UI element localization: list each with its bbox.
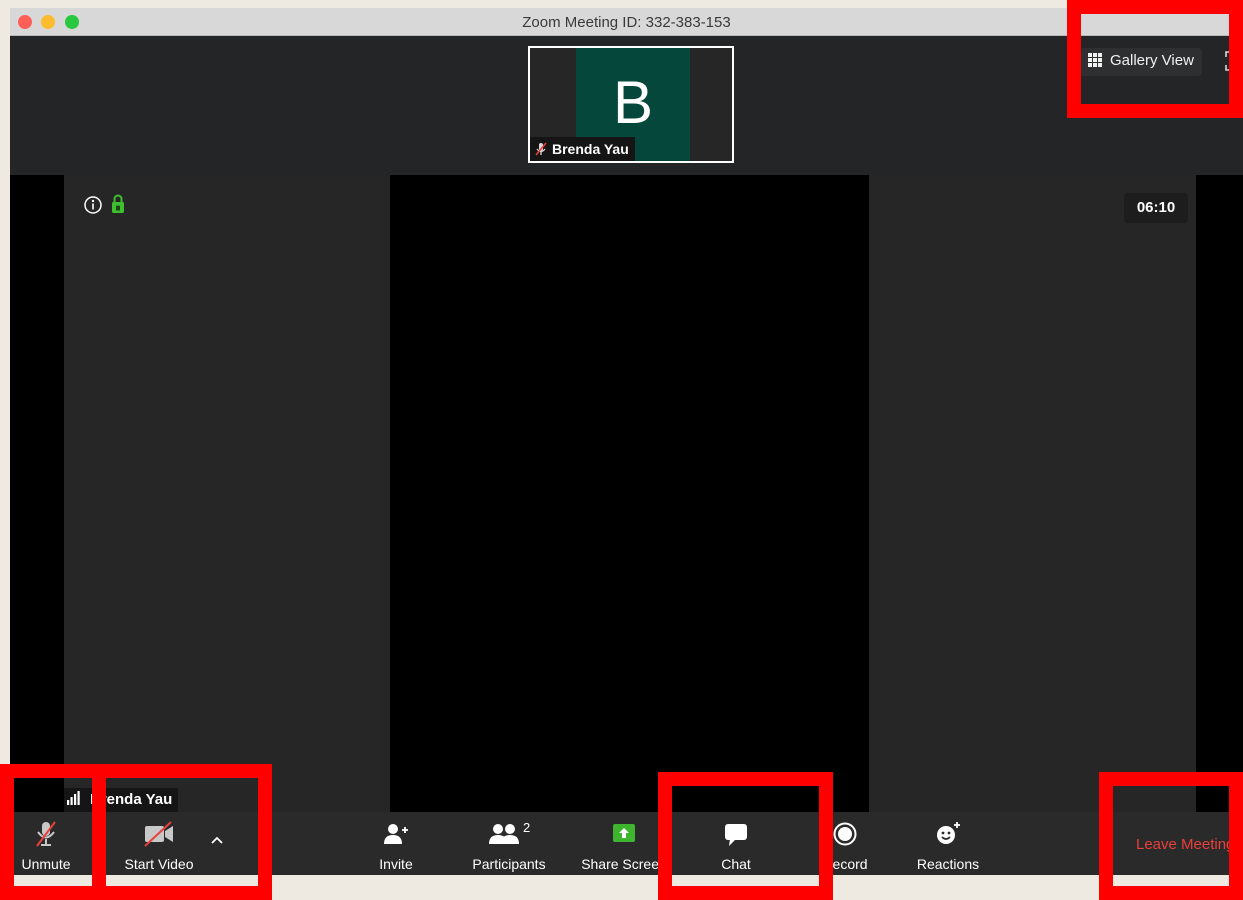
zoom-meeting-window: Zoom Meeting ID: 332-383-153 B Brenda Ya…	[10, 8, 1243, 875]
meeting-info-icon[interactable]	[83, 195, 103, 215]
thumbnail-name-tag: Brenda Yau	[530, 137, 635, 161]
share-screen-icon	[613, 824, 635, 842]
annotation-box-leave-meeting	[1099, 772, 1243, 900]
annotation-box-gallery-view	[1067, 0, 1243, 118]
thumbnail-strip: B Brenda Yau Gallery View	[10, 36, 1243, 175]
thumbnail-name: Brenda Yau	[552, 141, 629, 157]
video-side-panel-left	[64, 175, 390, 812]
annotation-box-start-video	[92, 764, 272, 900]
invite-button[interactable]: Invite	[366, 812, 426, 875]
invite-label: Invite	[379, 856, 413, 872]
window-title: Zoom Meeting ID: 332-383-153	[522, 14, 731, 31]
annotation-box-unmute	[0, 764, 106, 900]
meeting-timer: 06:10	[1124, 193, 1188, 223]
muted-mic-icon	[535, 142, 547, 156]
title-bar: Zoom Meeting ID: 332-383-153	[10, 8, 1243, 36]
record-icon	[833, 822, 857, 846]
video-side-panel-right	[869, 175, 1196, 812]
add-reaction-icon	[937, 822, 960, 844]
participants-count: 2	[523, 820, 531, 835]
participants-button[interactable]: 2 Participants	[462, 812, 556, 875]
participants-icon-wrap: 2	[488, 820, 530, 848]
reactions-label: Reactions	[916, 856, 980, 872]
participant-thumbnail[interactable]: B Brenda Yau	[528, 46, 734, 163]
reactions-button[interactable]: Reactions	[908, 812, 988, 875]
add-person-icon	[384, 824, 408, 844]
annotation-box-chat	[658, 772, 833, 900]
participants-label: Participants	[472, 856, 546, 872]
participants-icon	[489, 824, 519, 844]
active-speaker-view: 06:10 Brenda Yau	[10, 175, 1243, 812]
encryption-lock-icon[interactable]	[111, 194, 125, 214]
